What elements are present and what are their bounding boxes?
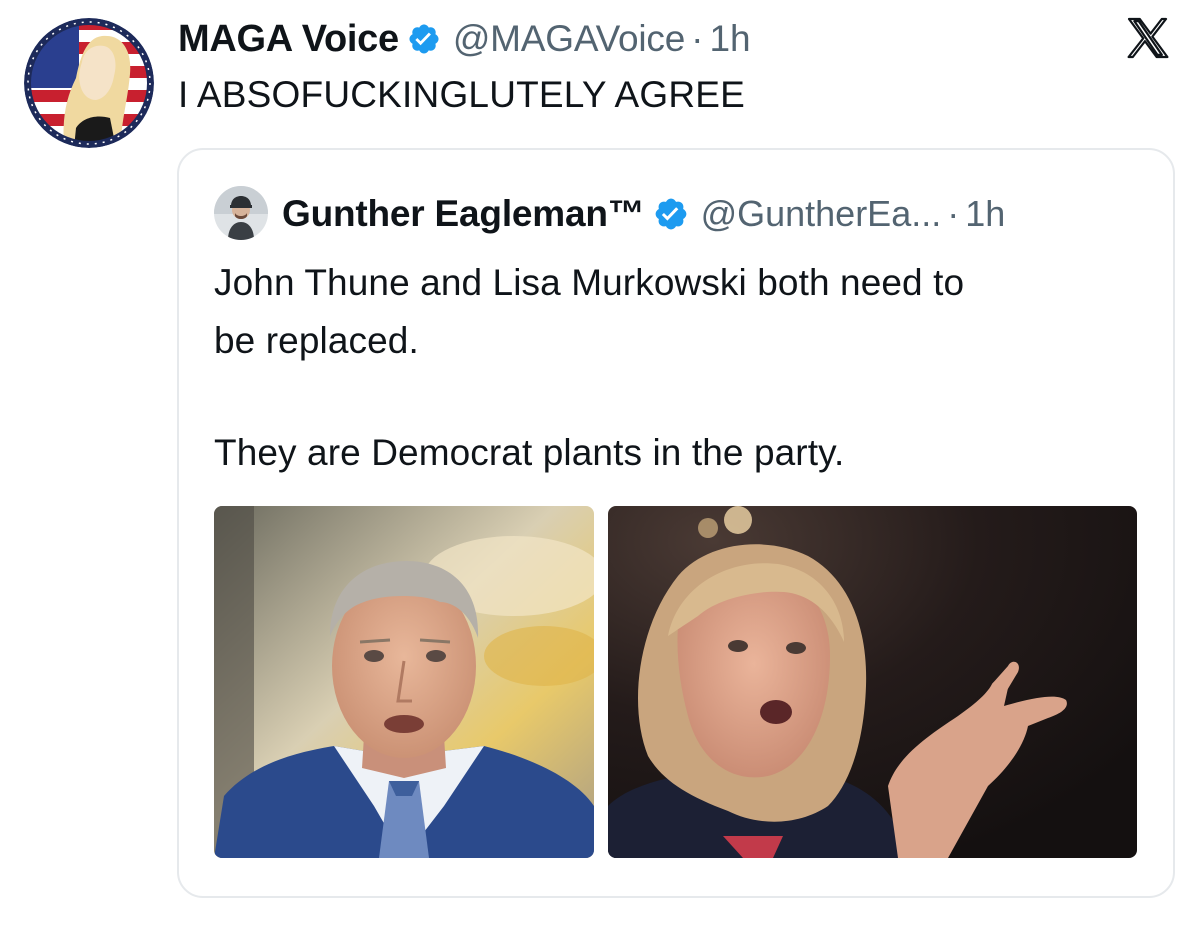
quoted-user-handle[interactable]: @GuntherEa... [701,193,942,235]
quoted-tweet-header: Gunther Eagleman™ @GuntherEa... · 1h [282,190,1005,238]
x-logo-icon[interactable] [1124,14,1172,62]
maga-voice-avatar[interactable] [24,18,154,148]
quoted-timestamp[interactable]: 1h [965,193,1005,235]
quoted-display-name[interactable]: Gunther Eagleman™ [282,193,645,235]
tweet-text: I ABSOFUCKINGLUTELY AGREE [178,74,746,115]
bottom-edge [0,918,1200,925]
photo-john-thune[interactable] [214,506,594,858]
user-handle[interactable]: @MAGAVoice [453,18,685,60]
quoted-tweet-text-line-3: They are Democrat plants in the party. [214,432,845,473]
separator-dot: · [947,193,960,234]
display-name[interactable]: MAGA Voice [178,18,399,61]
photo-lisa-murkowski[interactable] [608,506,1137,858]
timestamp[interactable]: 1h [709,18,750,60]
tweet-header: MAGA Voice @MAGAVoice · 1h [178,16,751,62]
quoted-tweet-text-line-2: be replaced. [214,320,419,361]
gunther-eagleman-avatar[interactable] [214,186,268,240]
verified-badge-icon[interactable] [653,196,689,232]
quoted-tweet-text-line-1: John Thune and Lisa Murkowski both need … [214,262,965,303]
separator-dot: · [691,18,704,59]
verified-badge-icon[interactable] [407,22,441,56]
